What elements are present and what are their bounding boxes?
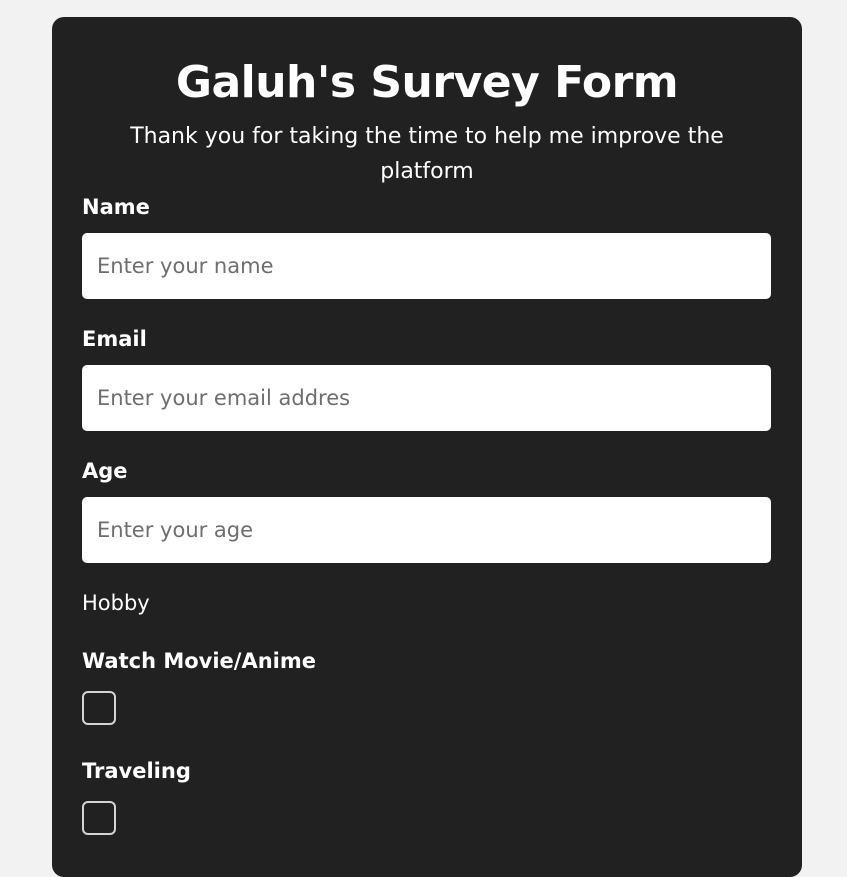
name-input[interactable] (82, 233, 771, 299)
watch-movie-checkbox[interactable] (82, 691, 116, 725)
email-input[interactable] (82, 365, 771, 431)
email-label: Email (82, 327, 147, 351)
name-label: Name (82, 195, 150, 219)
form-description: Thank you for taking the time to help me… (130, 124, 724, 184)
hobby-option-label-watch-movie: Watch Movie/Anime (82, 649, 316, 673)
hobby-heading: Hobby (82, 591, 150, 615)
page-title: Galuh's Survey Form (175, 57, 679, 108)
hobby-option-label-traveling: Traveling (82, 759, 191, 783)
age-label: Age (82, 459, 128, 483)
traveling-checkbox[interactable] (82, 801, 116, 835)
survey-form-card: Galuh's Survey Form Thank you for taking… (52, 17, 802, 877)
age-input[interactable] (82, 497, 771, 563)
